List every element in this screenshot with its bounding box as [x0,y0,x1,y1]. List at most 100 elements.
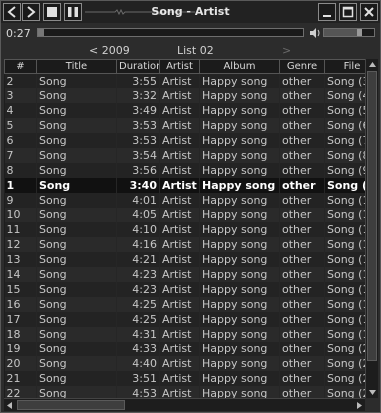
table-row[interactable]: 5Song3:53ArtistHappy songotherSong (6).m… [4,118,365,134]
table-row[interactable]: 22Song4:53ArtistHappy songotherSong (23)… [4,386,365,398]
column-header-artist[interactable]: Artist [159,59,200,74]
cell-duration: 4:21 [116,252,160,268]
table-row[interactable]: 9Song4:01ArtistHappy songotherSong (10).… [4,192,365,208]
cell-album: Happy song [199,192,280,208]
cell-artist: Artist [159,281,200,297]
cell-title: Song [36,356,117,372]
table-row[interactable]: 14Song4:23ArtistHappy songotherSong (15)… [4,267,365,282]
cell-genre: other [279,311,325,327]
cell-artist: Artist [159,118,200,134]
cell-genre: other [279,281,325,297]
seek-handle[interactable] [38,29,44,36]
cell-duration: 3:56 [116,162,160,178]
table-row-playing[interactable]: 1Song3:40ArtistHappy songotherSong (2).m… [4,177,365,193]
cell-genre: other [279,341,325,357]
table-row[interactable]: 7Song3:54ArtistHappy songotherSong (8).m… [4,147,365,163]
table-row[interactable]: 4Song3:49ArtistHappy songotherSong (5).m… [4,103,365,119]
table-row[interactable]: 12Song4:16ArtistHappy songotherSong (13)… [4,237,365,253]
cell-title: Song [36,281,117,297]
cell-number: 15 [4,281,37,297]
playlist-table: # Title Duration Artist Album Genre File… [4,59,365,398]
cell-album: Happy song [199,207,280,223]
scroll-down-icon[interactable] [366,387,379,398]
cell-artist: Artist [159,386,200,398]
table-row[interactable]: 3Song3:32ArtistHappy songotherSong (4).m… [4,88,365,104]
table-row[interactable]: 13Song4:21ArtistHappy songotherSong (14)… [4,252,365,268]
volume-fill [324,29,360,36]
close-icon[interactable] [360,3,378,21]
cell-album: Happy song [199,222,280,238]
cell-number: 8 [4,162,37,178]
table-row[interactable]: 11Song4:10ArtistHappy songotherSong (12)… [4,222,365,238]
cell-artist: Artist [159,237,200,253]
table-row[interactable]: 16Song4:25ArtistHappy songotherSong (17)… [4,296,365,312]
table-row[interactable]: 18Song4:31ArtistHappy songotherSong (19)… [4,326,365,342]
cell-title: Song [36,118,117,134]
cell-album: Happy song [199,162,280,178]
scroll-left-icon[interactable] [4,399,15,411]
cell-title: Song [36,103,117,119]
table-row[interactable]: 8Song3:56ArtistHappy songotherSong (9).m… [4,162,365,178]
table-row[interactable]: 2Song3:55ArtistHappy songotherSong (3).m… [4,73,365,89]
cell-genre: other [279,103,325,119]
horizontal-scroll-thumb[interactable] [17,400,125,410]
column-header-title[interactable]: Title [36,59,117,74]
speaker-icon[interactable] [310,28,321,38]
cell-number: 20 [4,356,37,372]
cell-genre: other [279,147,325,163]
cell-album: Happy song [199,147,280,163]
cell-duration: 4:23 [116,267,160,282]
cell-genre: other [279,207,325,223]
cell-genre: other [279,162,325,178]
cell-duration: 3:54 [116,147,160,163]
cell-artist: Artist [159,103,200,119]
column-header-album[interactable]: Album [199,59,280,74]
table-row[interactable]: 20Song4:40ArtistHappy songotherSong (21)… [4,356,365,372]
player-window: Song - Artist 0:27 < 2009 List 02 > # Ti… [0,0,381,413]
cell-file: Song (16).mp3 [324,281,365,297]
column-header-number[interactable]: # [4,59,37,74]
volume-slider[interactable] [323,28,375,37]
cell-number: 9 [4,192,37,208]
cell-genre: other [279,356,325,372]
maximize-icon[interactable] [339,3,357,21]
volume-handle[interactable] [357,29,362,36]
table-row[interactable]: 6Song3:53ArtistHappy songotherSong (7).m… [4,133,365,148]
horizontal-scrollbar[interactable] [4,398,365,411]
vertical-scroll-thumb[interactable] [367,71,377,361]
cell-duration: 4:40 [116,356,160,372]
cell-title: Song [36,341,117,357]
table-row[interactable]: 10Song4:05ArtistHappy songotherSong (11)… [4,207,365,223]
column-header-genre[interactable]: Genre [279,59,325,74]
cell-duration: 4:10 [116,222,160,238]
cell-album: Happy song [199,118,280,134]
seek-slider[interactable] [37,28,304,37]
cell-duration: 4:31 [116,326,160,342]
resize-grip[interactable] [365,398,378,411]
cell-genre: other [279,252,325,268]
table-row[interactable]: 21Song3:51ArtistHappy songotherSong (22)… [4,371,365,387]
prev-list-link[interactable]: < 2009 [89,44,130,57]
cell-number: 2 [4,73,37,89]
cell-title: Song [36,207,117,223]
cell-title: Song [36,133,117,148]
cell-title: Song [36,267,117,282]
minimize-icon[interactable] [318,3,336,21]
column-header-file[interactable]: File [324,59,365,74]
cell-number: 13 [4,252,37,268]
column-header-duration[interactable]: Duration [116,59,160,74]
scroll-right-icon[interactable] [354,399,365,411]
cell-duration: 4:53 [116,386,160,398]
cell-file: Song (3).mp3 [324,73,365,89]
table-row[interactable]: 19Song4:33ArtistHappy songotherSong (20)… [4,341,365,357]
table-row[interactable]: 17Song4:25ArtistHappy songotherSong (18)… [4,311,365,327]
next-list-link[interactable]: > [282,44,291,57]
cell-album: Happy song [199,267,280,282]
title-bar[interactable]: Song - Artist [1,1,380,23]
current-list-label: List 02 [177,44,214,57]
scroll-up-icon[interactable] [366,59,379,70]
vertical-scrollbar[interactable] [365,59,378,398]
cell-artist: Artist [159,341,200,357]
table-row[interactable]: 15Song4:23ArtistHappy songotherSong (16)… [4,281,365,297]
cell-album: Happy song [199,88,280,104]
